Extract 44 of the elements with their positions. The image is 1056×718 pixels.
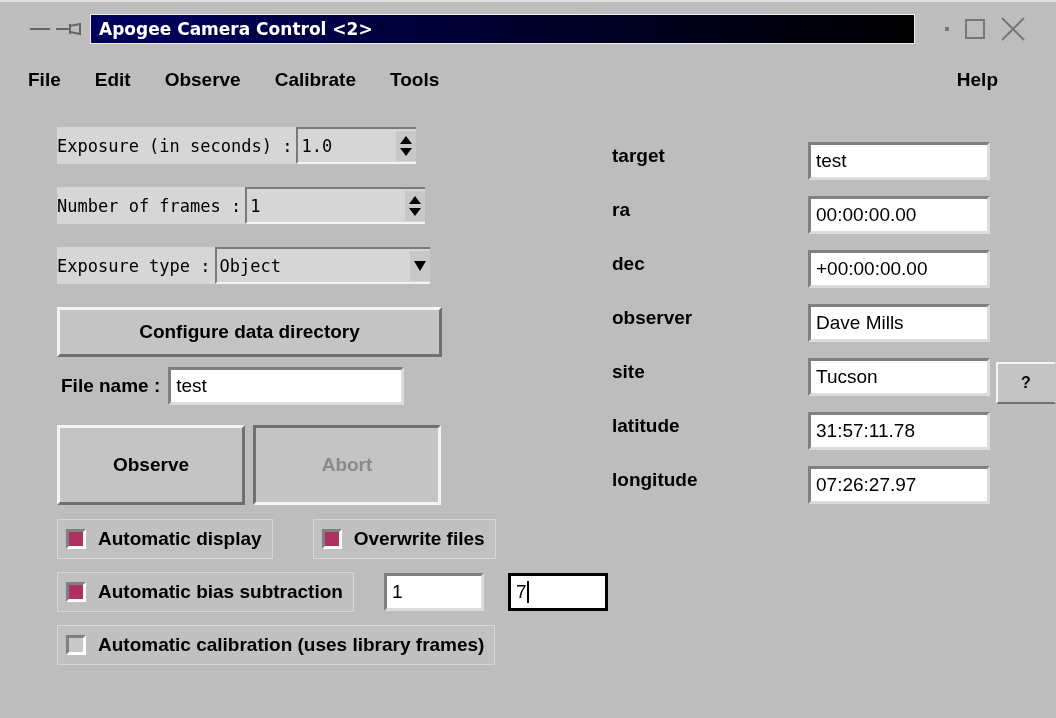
file-name-label: File name :	[61, 375, 161, 397]
dropdown[interactable]: Object	[214, 247, 430, 284]
field-label: latitude	[612, 415, 681, 437]
checkbox[interactable]: Automatic bias subtraction	[57, 572, 354, 612]
menu-item[interactable]: Calibrate	[274, 69, 356, 91]
field-label: observer	[612, 307, 694, 329]
maximize-icon[interactable]	[965, 18, 985, 39]
observe-button[interactable]: Observe	[57, 425, 245, 505]
setting-label: Exposure type :	[57, 247, 215, 284]
text-field[interactable]: +00:00:00.00	[808, 250, 990, 288]
checkbox[interactable]: Overwrite files	[312, 519, 496, 559]
setting-label: Number of frames :	[57, 187, 246, 224]
field-label: site	[612, 361, 646, 383]
checkbox[interactable]: Automatic calibration (uses library frames)	[57, 625, 496, 665]
menu-item[interactable]: Observe	[164, 69, 241, 91]
spinner-arrows-icon[interactable]	[396, 130, 417, 161]
close-icon[interactable]	[1001, 16, 1025, 41]
text-field[interactable]: 07:26:27.97	[808, 466, 990, 504]
window-menu-icon[interactable]	[30, 21, 82, 36]
window-title: Apogee Camera Control <2>	[90, 13, 915, 44]
number-field[interactable]: 1	[383, 573, 484, 611]
text-field[interactable]: 31:57:11.78	[808, 412, 990, 450]
configure-button[interactable]: Configure data directory	[57, 307, 442, 357]
menu-item[interactable]: Tools	[390, 69, 440, 91]
number-field[interactable]: 7	[507, 573, 608, 611]
menu-item[interactable]: File	[28, 69, 61, 91]
help-button[interactable]: ?	[996, 362, 1056, 404]
field-label: target	[612, 145, 666, 167]
file-name-field[interactable]: test	[168, 367, 405, 405]
menu-item[interactable]: Help	[956, 69, 998, 91]
minimize-icon[interactable]	[945, 26, 949, 31]
field-label: dec	[612, 253, 646, 275]
menu-item[interactable]: Edit	[94, 69, 131, 91]
text-field[interactable]: Tucson	[808, 358, 990, 396]
field-label: longitude	[612, 469, 699, 491]
setting-label: Exposure (in seconds) :	[57, 127, 297, 164]
spinner-arrows-icon[interactable]	[405, 190, 426, 221]
spin-box[interactable]: 1	[245, 187, 426, 224]
checkbox[interactable]: Automatic display	[57, 519, 273, 559]
text-field[interactable]: test	[808, 142, 990, 180]
field-label: ra	[612, 199, 631, 221]
spin-box[interactable]: 1.0	[296, 127, 417, 164]
text-field[interactable]: 00:00:00.00	[808, 196, 990, 234]
text-field[interactable]: Dave Mills	[808, 304, 990, 342]
